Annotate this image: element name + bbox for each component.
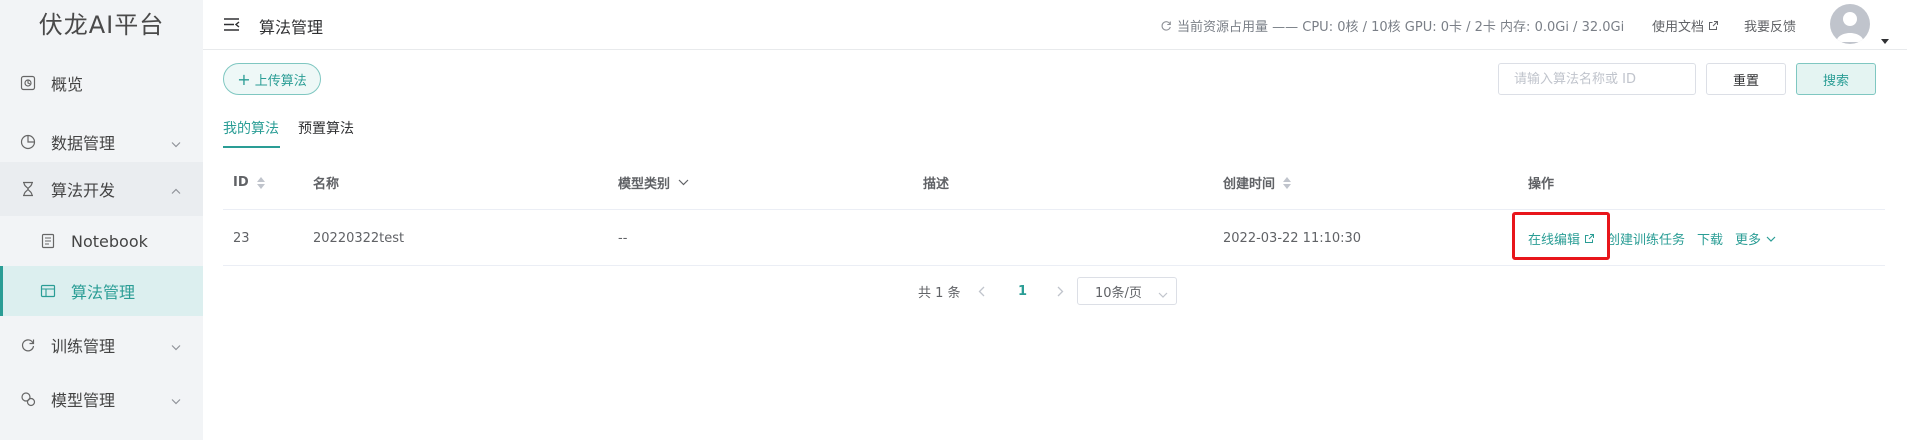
sidebar-item-label: 模型管理 <box>51 391 116 410</box>
upload-label: 上传算法 <box>254 73 307 89</box>
chevron-down-icon[interactable] <box>678 179 689 186</box>
sidebar-item-data[interactable]: 数据管理 <box>0 115 203 169</box>
plus-icon: + <box>237 69 251 89</box>
reset-button[interactable]: 重置 <box>1706 63 1786 95</box>
chevron-down-icon <box>1766 236 1776 242</box>
refresh-icon[interactable] <box>1160 20 1172 32</box>
cell-model-type: -- <box>618 231 628 246</box>
resource-usage-text: 当前资源占用量 —— CPU: 0核 / 10核 GPU: 0卡 / 2卡 内存… <box>1177 20 1625 35</box>
tab-preset-algorithms[interactable]: 预置算法 <box>298 118 354 149</box>
sidebar-item-label: 训练管理 <box>51 337 116 356</box>
next-page-icon[interactable] <box>1057 277 1064 305</box>
model-icon <box>20 391 36 407</box>
cell-created-at: 2022-03-22 11:10:30 <box>1223 231 1362 246</box>
sidebar-item-label: 数据管理 <box>51 134 116 153</box>
menu-toggle-icon[interactable] <box>223 17 240 36</box>
notebook-icon <box>40 233 56 249</box>
more-dropdown[interactable]: 更多 <box>1735 229 1776 248</box>
create-training-task-link[interactable]: 创建训练任务 <box>1607 229 1685 248</box>
chevron-down-icon <box>171 133 181 152</box>
sidebar-item-label: 概览 <box>51 75 84 94</box>
cell-id: 23 <box>233 231 250 246</box>
column-model-type[interactable]: 模型类别 <box>618 155 689 210</box>
refresh-cycle-icon <box>20 337 36 353</box>
sidebar-item-algo-manage[interactable]: 算法管理 <box>0 266 203 316</box>
column-created-at[interactable]: 创建时间 <box>1223 155 1292 210</box>
overview-icon <box>20 75 36 91</box>
page-title: 算法管理 <box>259 18 324 37</box>
pie-chart-icon <box>20 134 36 150</box>
feedback-link[interactable]: 我要反馈 <box>1744 16 1796 35</box>
sort-icon[interactable] <box>256 176 265 189</box>
chevron-down-icon <box>171 390 181 409</box>
cell-name: 20220322test <box>313 231 405 246</box>
docs-link[interactable]: 使用文档 <box>1652 16 1719 35</box>
tab-my-algorithms[interactable]: 我的算法 <box>223 118 279 149</box>
sidebar-item-overview[interactable]: 概览 <box>0 56 203 110</box>
algorithm-tabs: 我的算法 预置算法 <box>223 118 1885 149</box>
hourglass-icon <box>20 181 36 197</box>
edit-online-link[interactable]: 在线编辑 <box>1528 229 1595 248</box>
column-name: 名称 <box>313 177 340 192</box>
table-header: ID 名称 模型类别 描述 创建时间 操作 <box>223 155 1885 210</box>
chevron-down-icon <box>171 336 181 355</box>
sidebar-item-notebook[interactable]: Notebook <box>0 216 203 266</box>
sort-icon[interactable] <box>1283 176 1292 189</box>
resource-usage: 当前资源占用量 —— CPU: 0核 / 10核 GPU: 0卡 / 2卡 内存… <box>1160 16 1624 35</box>
prev-page-icon[interactable] <box>978 277 985 305</box>
brand-logo: 伏龙AI平台 <box>38 11 165 39</box>
column-actions: 操作 <box>1528 177 1555 192</box>
pagination-total: 共 1 条 <box>918 285 961 301</box>
sidebar-item-algo-dev[interactable]: 算法开发 <box>0 162 203 216</box>
page-size-select[interactable]: 10条/页 <box>1077 277 1177 305</box>
avatar[interactable] <box>1830 4 1870 44</box>
algorithm-icon <box>40 283 56 299</box>
top-header: 算法管理 当前资源占用量 —— CPU: 0核 / 10核 GPU: 0卡 / … <box>203 0 1907 50</box>
sidebar-item-label: 算法开发 <box>51 181 116 200</box>
sidebar-item-training[interactable]: 训练管理 <box>0 318 203 372</box>
sidebar-item-label: Notebook <box>71 231 148 251</box>
caret-down-icon[interactable] <box>1881 30 1889 48</box>
sidebar: 伏龙AI平台 概览 数据管理 算法开发 Notebook 算法管理 训练管理 模… <box>0 0 203 440</box>
column-description: 描述 <box>923 177 950 192</box>
chevron-down-icon <box>1158 287 1168 302</box>
cell-actions: 在线编辑 创建训练任务 下载 更多 <box>1528 211 1776 266</box>
external-link-icon <box>1584 233 1595 244</box>
page-number-current[interactable]: 1 <box>1018 277 1027 305</box>
search-input[interactable] <box>1498 63 1696 95</box>
sidebar-item-model[interactable]: 模型管理 <box>0 372 203 426</box>
external-link-icon <box>1708 20 1719 31</box>
table-row: 23 20220322test -- 2022-03-22 11:10:30 在… <box>223 211 1885 266</box>
docs-label: 使用文档 <box>1652 20 1705 35</box>
active-tab-indicator <box>223 146 280 148</box>
chevron-up-icon <box>171 180 181 199</box>
upload-algorithm-button[interactable]: + 上传算法 <box>223 63 321 95</box>
column-id[interactable]: ID <box>233 155 265 210</box>
search-button[interactable]: 搜索 <box>1796 63 1876 95</box>
download-link[interactable]: 下载 <box>1697 229 1723 248</box>
sidebar-item-label: 算法管理 <box>71 283 136 302</box>
